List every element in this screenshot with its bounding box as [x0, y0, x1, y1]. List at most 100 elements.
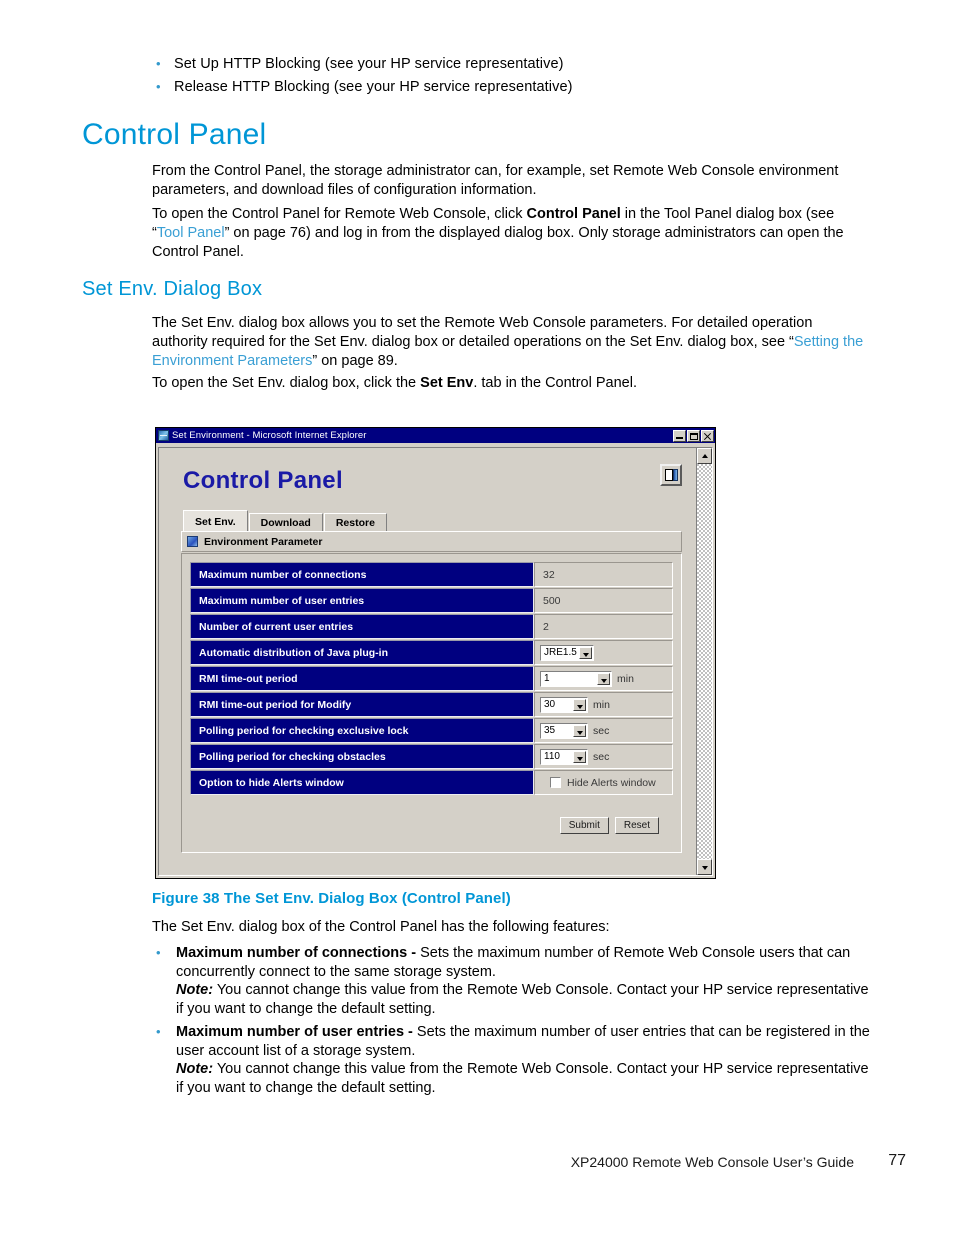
param-label: Maximum number of user entries — [190, 588, 534, 613]
chevron-down-icon[interactable] — [573, 698, 586, 711]
control-panel-heading: Control Panel — [183, 467, 343, 494]
param-value: 32 — [543, 568, 555, 581]
param-value-cell: 35 sec — [534, 718, 673, 743]
bullet-dot-icon: • — [156, 79, 161, 94]
submit-button[interactable]: Submit — [559, 817, 609, 834]
param-value-cell: 110 sec — [534, 744, 673, 769]
text-run: To open the Control Panel for Remote Web… — [152, 206, 527, 222]
parameter-icon — [187, 536, 198, 547]
hide-alerts-checkbox[interactable] — [550, 777, 561, 788]
scroll-down-icon[interactable] — [697, 859, 712, 875]
window-controls — [673, 429, 714, 442]
minimize-icon[interactable] — [673, 429, 686, 442]
select-value: 30 — [544, 699, 556, 710]
param-value: 500 — [543, 594, 561, 607]
parameter-panel: Maximum number of connections 32 Maximum… — [181, 553, 682, 853]
content-area: Control Panel Set Env. Download Restore … — [159, 448, 696, 875]
table-row: RMI time-out period 1 min — [190, 666, 673, 691]
rmi-timeout-modify-select[interactable]: 30 — [540, 696, 588, 713]
note-label: Note: — [176, 1061, 214, 1077]
feature-term: Maximum number of connections - — [176, 945, 417, 961]
paragraph-features-intro: The Set Env. dialog box of the Control P… — [152, 919, 610, 935]
param-value-cell: 500 — [534, 588, 673, 613]
top-bullet-list: • Set Up HTTP Blocking (see your HP serv… — [152, 55, 872, 101]
internet-explorer-icon — [158, 430, 169, 441]
param-value-cell: 32 — [534, 562, 673, 587]
paragraph-open-set-env: To open the Set Env. dialog box, click t… — [152, 374, 864, 393]
java-plugin-select[interactable]: JRE1.5 — [540, 644, 594, 661]
document-page: • Set Up HTTP Blocking (see your HP serv… — [0, 0, 954, 1235]
note-text: You cannot change this value from the Re… — [176, 982, 869, 1017]
feature-text: Maximum number of connections - Sets the… — [176, 944, 872, 1018]
unit-label: min — [617, 672, 634, 685]
table-row: Maximum number of connections 32 — [190, 562, 673, 587]
note-label: Note: — [176, 982, 214, 998]
list-item: • Maximum number of connections - Sets t… — [152, 944, 872, 1018]
tab-set-env[interactable]: Set Env. — [183, 510, 248, 532]
footer-guide-title: XP24000 Remote Web Console User’s Guide — [570, 1154, 854, 1170]
param-label: RMI time-out period for Modify — [190, 692, 534, 717]
select-value: 1 — [544, 673, 550, 684]
page-number: 77 — [888, 1152, 906, 1169]
note-text: You cannot change this value from the Re… — [176, 1061, 869, 1096]
table-row: Option to hide Alerts window Hide Alerts… — [190, 770, 673, 795]
vertical-scrollbar[interactable] — [696, 448, 712, 875]
tab-bar: Set Env. Download Restore — [183, 510, 388, 532]
param-label: Polling period for checking obstacles — [190, 744, 534, 769]
unit-label: sec — [593, 724, 610, 737]
paragraph-set-env-desc: The Set Env. dialog box allows you to se… — [152, 314, 864, 371]
param-label: Number of current user entries — [190, 614, 534, 639]
hide-alerts-label: Hide Alerts window — [567, 776, 656, 789]
window-body: Control Panel Set Env. Download Restore … — [158, 447, 713, 876]
figure-caption: Figure 38 The Set Env. Dialog Box (Contr… — [152, 890, 511, 907]
rmi-timeout-select[interactable]: 1 — [540, 670, 612, 687]
parameter-table: Maximum number of connections 32 Maximum… — [190, 562, 673, 834]
reset-button[interactable]: Reset — [614, 817, 659, 834]
chevron-down-icon[interactable] — [573, 750, 586, 763]
list-item: • Release HTTP Blocking (see your HP ser… — [152, 78, 872, 97]
exclusive-lock-polling-select[interactable]: 35 — [540, 722, 588, 739]
feature-term: Maximum number of user entries - — [176, 1024, 413, 1040]
text-run: . tab in the Control Panel. — [473, 375, 637, 391]
tab-restore[interactable]: Restore — [323, 513, 387, 532]
param-label: Automatic distribution of Java plug-in — [190, 640, 534, 665]
param-label: Polling period for checking exclusive lo… — [190, 718, 534, 743]
exit-button[interactable] — [660, 464, 682, 486]
param-value-cell: 1 min — [534, 666, 673, 691]
table-row: Polling period for checking exclusive lo… — [190, 718, 673, 743]
text-run: The Set Env. dialog box allows you to se… — [152, 315, 813, 350]
bullet-text: Release HTTP Blocking (see your HP servi… — [174, 79, 573, 95]
maximize-icon[interactable] — [687, 429, 700, 442]
chevron-down-icon[interactable] — [597, 672, 610, 685]
window-title: Set Environment - Microsoft Internet Exp… — [172, 430, 367, 441]
bullet-text: Set Up HTTP Blocking (see your HP servic… — [174, 56, 564, 72]
list-item: • Set Up HTTP Blocking (see your HP serv… — [152, 55, 872, 74]
feature-list: • Maximum number of connections - Sets t… — [152, 944, 872, 1102]
param-value-cell: 30 min — [534, 692, 673, 717]
text-bold-set-env: Set Env — [420, 375, 474, 391]
chevron-down-icon[interactable] — [573, 724, 586, 737]
unit-label: sec — [593, 750, 610, 763]
table-row: Polling period for checking obstacles 11… — [190, 744, 673, 769]
list-item: • Maximum number of user entries - Sets … — [152, 1023, 872, 1097]
hide-alerts-checkbox-wrap[interactable]: Hide Alerts window — [540, 777, 656, 789]
scrollbar-track[interactable] — [697, 464, 712, 859]
text-run: ” on page 89. — [312, 353, 398, 369]
chevron-down-icon[interactable] — [579, 646, 592, 659]
link-tool-panel[interactable]: Tool Panel — [157, 225, 225, 241]
window-titlebar[interactable]: Set Environment - Microsoft Internet Exp… — [156, 428, 715, 443]
obstacles-polling-select[interactable]: 110 — [540, 748, 588, 765]
param-label: Maximum number of connections — [190, 562, 534, 587]
table-row: RMI time-out period for Modify 30 min — [190, 692, 673, 717]
param-value: 2 — [543, 620, 549, 633]
param-label: Option to hide Alerts window — [190, 770, 534, 795]
paragraph-intro: From the Control Panel, the storage admi… — [152, 163, 839, 198]
scroll-up-icon[interactable] — [697, 448, 712, 464]
tab-download[interactable]: Download — [248, 513, 323, 532]
close-icon[interactable] — [701, 429, 714, 442]
section-header-label: Environment Parameter — [204, 535, 323, 548]
table-row: Number of current user entries 2 — [190, 614, 673, 639]
param-value-cell: 2 — [534, 614, 673, 639]
select-value: 35 — [544, 725, 556, 736]
bullet-dot-icon: • — [156, 945, 161, 960]
